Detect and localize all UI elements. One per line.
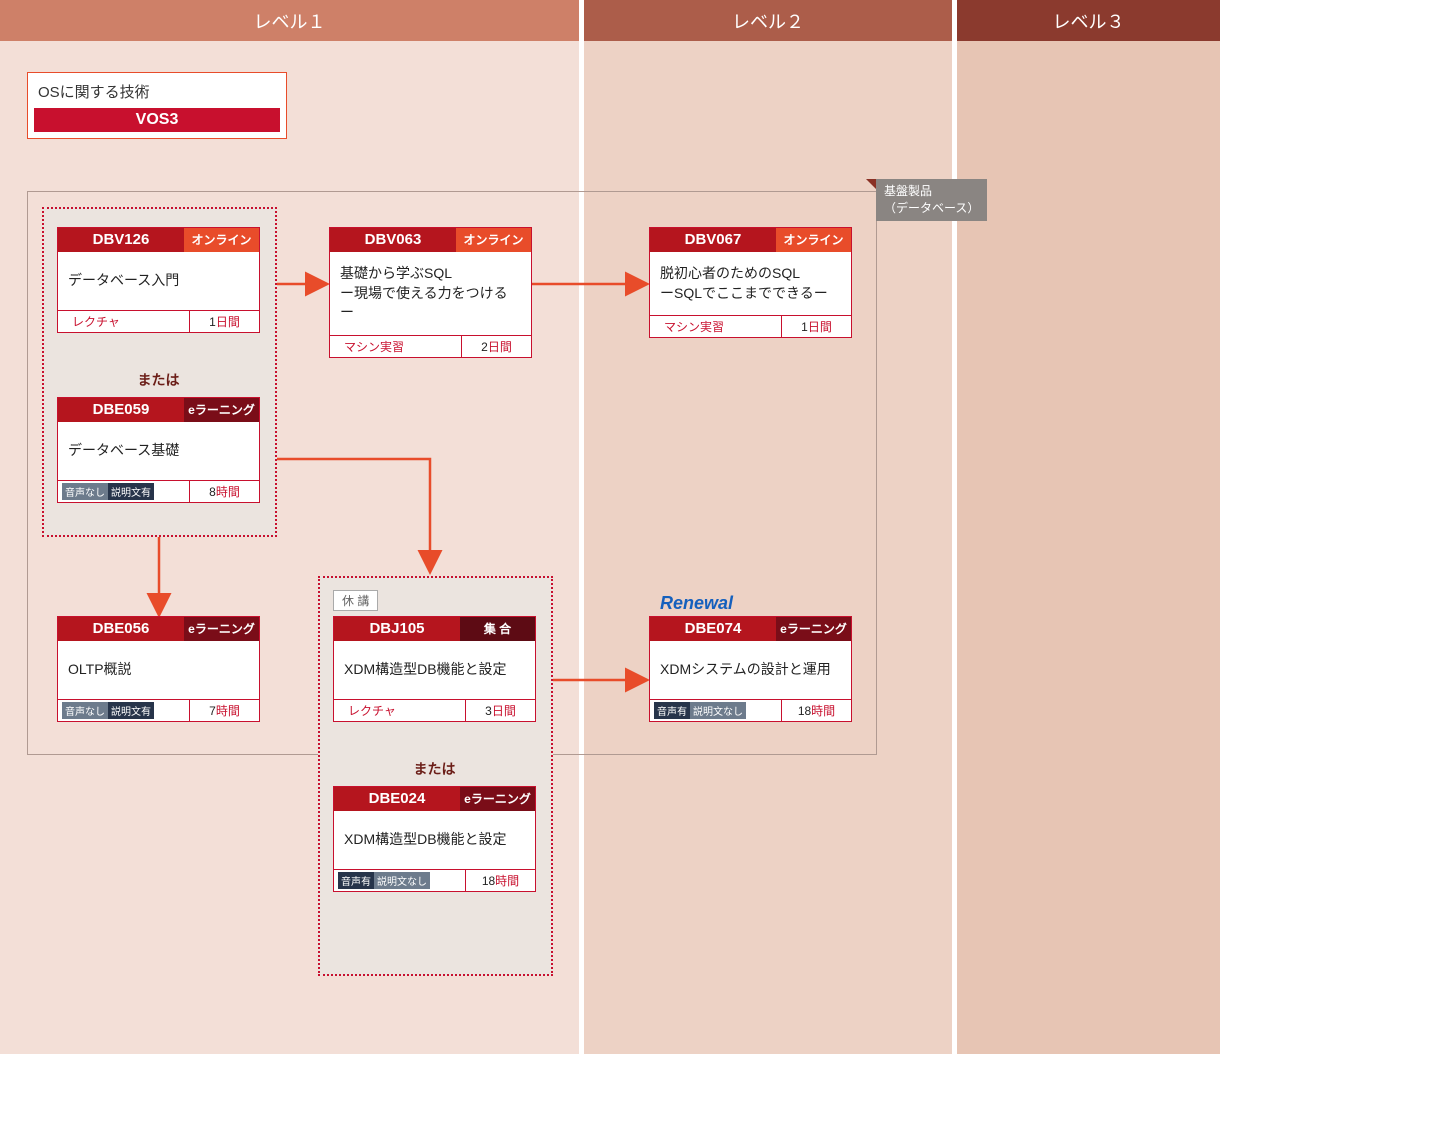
desc-badge: 説明文有 (108, 483, 154, 500)
course-title: XDMシステムの設計と運用 (650, 641, 851, 699)
course-type-badge: eラーニング (776, 617, 851, 641)
course-title: XDM構造型DB機能と設定 (334, 811, 535, 869)
course-code: DBV126 (58, 228, 184, 252)
course-type-badge: オンライン (456, 228, 531, 252)
course-type-badge: オンライン (776, 228, 851, 252)
desc-badge: 説明文なし (374, 872, 430, 889)
desc-badge: 説明文有 (108, 702, 154, 719)
level-3-header: レベル３ (957, 0, 1220, 41)
course-type-badge: eラーニング (184, 398, 259, 422)
level-1-header: レベル１ (0, 0, 579, 41)
course-code: DBE059 (58, 398, 184, 422)
or-label: または (333, 759, 536, 779)
os-tech-box: OSに関する技術 VOS3 (27, 72, 287, 139)
course-title: 基礎から学ぶSQL ー現場で使える力をつけるー (330, 252, 531, 335)
course-card-dbv067[interactable]: DBV067 オンライン 脱初心者のためのSQL ーSQLでここまでできるー マ… (649, 227, 852, 338)
course-code: DBV063 (330, 228, 456, 252)
course-type-badge: eラーニング (184, 617, 259, 641)
course-card-dbj105[interactable]: DBJ105 集 合 XDM構造型DB機能と設定 レクチャ 3日間 (333, 616, 536, 722)
audio-badge: 音声有 (654, 702, 690, 719)
course-code: DBE056 (58, 617, 184, 641)
course-type-badge: オンライン (184, 228, 259, 252)
desc-badge: 説明文なし (690, 702, 746, 719)
level-3-column: レベル３ (957, 0, 1220, 1054)
course-code: DBJ105 (334, 617, 460, 641)
course-title: データベース基礎 (58, 422, 259, 480)
renewal-label: Renewal (660, 593, 733, 614)
course-title: XDM構造型DB機能と設定 (334, 641, 535, 699)
audio-badge: 音声なし (62, 483, 108, 500)
course-code: DBE024 (334, 787, 460, 811)
course-type-badge: eラーニング (460, 787, 535, 811)
audio-badge: 音声なし (62, 702, 108, 719)
course-card-dbe059[interactable]: DBE059 eラーニング データベース基礎 音声なし説明文有 8時間 (57, 397, 260, 503)
level-2-header: レベル２ (584, 0, 952, 41)
course-code: DBV067 (650, 228, 776, 252)
os-title: OSに関する技術 (34, 81, 280, 102)
course-card-dbe024[interactable]: DBE024 eラーニング XDM構造型DB機能と設定 音声有説明文なし 18時… (333, 786, 536, 892)
course-card-dbv126[interactable]: DBV126 オンライン データベース入門 レクチャ 1日間 (57, 227, 260, 333)
course-type-badge: 集 合 (460, 617, 535, 641)
course-flow-diagram: レベル１ レベル２ レベル３ OSに関する技術 VOS3 基盤製品 （データベー… (0, 0, 1220, 1070)
course-format: マシン実習 (334, 338, 404, 355)
course-format: マシン実習 (654, 318, 724, 335)
audio-badge: 音声有 (338, 872, 374, 889)
course-title: データベース入門 (58, 252, 259, 310)
suspended-tag: 休 講 (333, 590, 378, 611)
course-format: レクチャ (62, 313, 120, 330)
group-tag-database: 基盤製品 （データベース） (876, 179, 987, 221)
course-card-dbv063[interactable]: DBV063 オンライン 基礎から学ぶSQL ー現場で使える力をつけるー マシン… (329, 227, 532, 358)
course-card-dbe074[interactable]: DBE074 eラーニング XDMシステムの設計と運用 音声有説明文なし 18時… (649, 616, 852, 722)
or-label: または (57, 370, 260, 390)
course-title: 脱初心者のためのSQL ーSQLでここまでできるー (650, 252, 851, 315)
course-code: DBE074 (650, 617, 776, 641)
course-card-dbe056[interactable]: DBE056 eラーニング OLTP概説 音声なし説明文有 7時間 (57, 616, 260, 722)
course-title: OLTP概説 (58, 641, 259, 699)
vos3-label: VOS3 (34, 108, 280, 132)
course-format: レクチャ (338, 702, 396, 719)
